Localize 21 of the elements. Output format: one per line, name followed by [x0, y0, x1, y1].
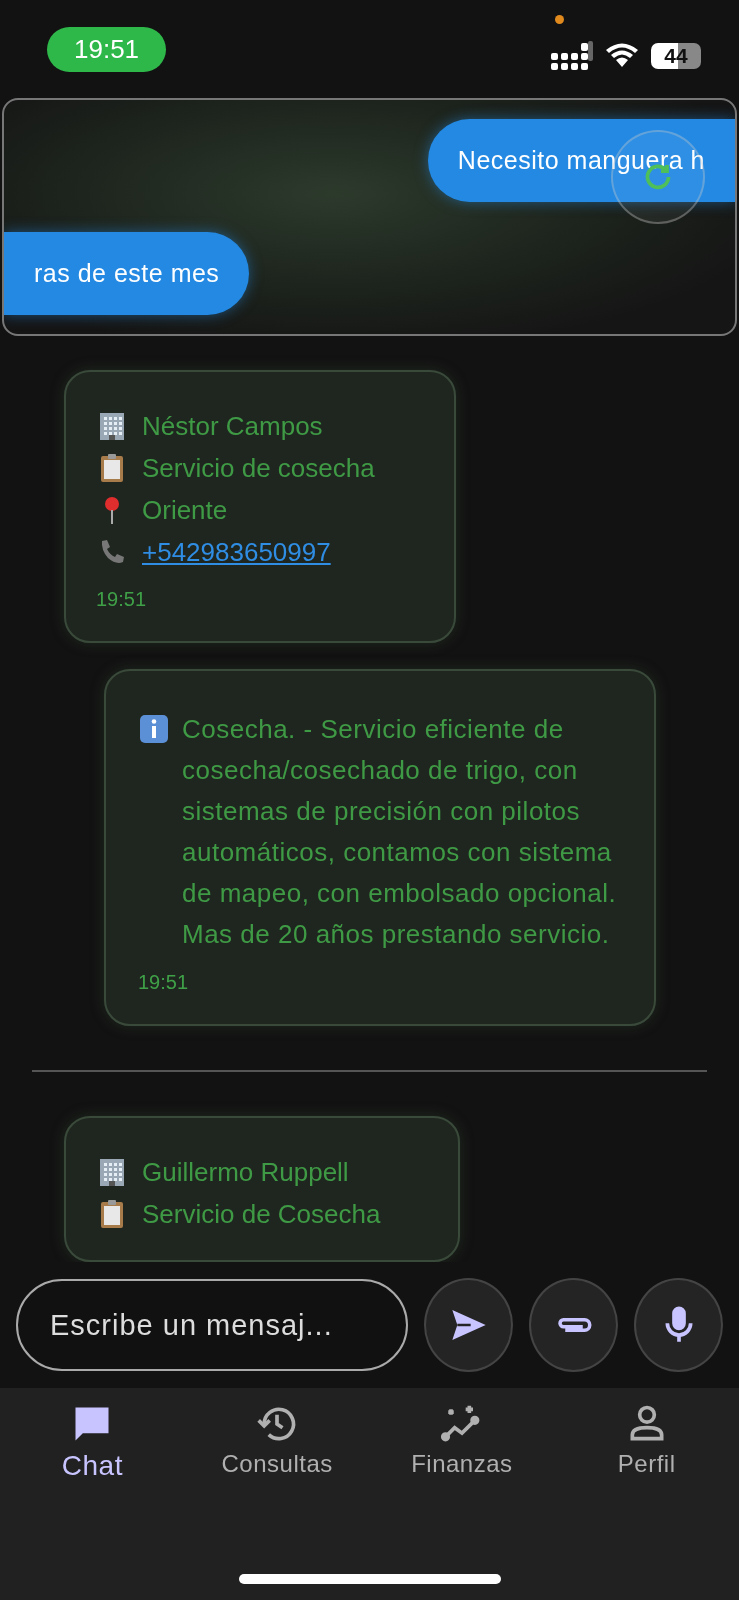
contact-detail: Néstor Campos: [142, 410, 323, 442]
status-time: 19:51: [47, 26, 167, 72]
suggestion-chip[interactable]: ras de este mes: [4, 232, 250, 315]
signal-icon: [551, 41, 593, 71]
battery-level: 44: [651, 43, 701, 69]
phone-link[interactable]: +542983650997: [142, 536, 331, 568]
nav-tab[interactable]: Chat: [0, 1402, 185, 1482]
message-time: 19:51: [96, 588, 148, 611]
nav-tab[interactable]: Consultas: [184, 1402, 370, 1482]
message-time: 19:51: [138, 971, 190, 994]
contact-detail: Guillermo Ruppell: [142, 1156, 349, 1188]
privacy-indicator-icon: [555, 15, 564, 24]
message-input[interactable]: Escribe un mensaj...: [16, 1279, 408, 1371]
wifi-icon: [605, 43, 639, 69]
contact-detail: Oriente: [142, 494, 228, 526]
contact-detail: Servicio de Cosecha: [142, 1198, 381, 1230]
contact-detail: Servicio de cosecha: [142, 452, 375, 484]
service-description: Cosecha. - Servicio eficiente de cosecha/cosechado de trigo, con sistemas de precisión con pilotos automáticos, contamos con sistema de mapeo, con embolsado opcional. Mas de 20 años prestando servicio.: [182, 713, 618, 951]
nav-tab[interactable]: Perfil: [554, 1402, 739, 1482]
info-icon: [138, 713, 170, 745]
nav-tab[interactable]: Finanzas: [369, 1402, 555, 1482]
